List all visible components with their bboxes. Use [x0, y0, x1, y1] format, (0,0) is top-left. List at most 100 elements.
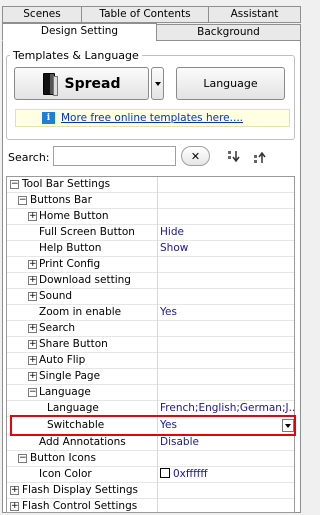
- tree-row-flash-control-settings[interactable]: + Flash Control Settings: [7, 499, 294, 512]
- tree-row-value[interactable]: Disable: [159, 435, 294, 450]
- language-button-label: Language: [203, 77, 258, 90]
- tree-row-label: Home Button: [39, 210, 109, 222]
- expand-icon[interactable]: +: [28, 356, 37, 365]
- column-divider: [157, 225, 158, 241]
- tree-row-share-button[interactable]: + Share Button: [7, 337, 294, 353]
- tree-row-label: Flash Control Settings: [22, 500, 138, 512]
- column-divider: [157, 337, 158, 353]
- expand-icon[interactable]: +: [28, 212, 37, 221]
- tab-assistant[interactable]: Assistant: [208, 6, 301, 23]
- tree-row-label: Buttons Bar: [30, 194, 92, 206]
- tree-row-button-icons[interactable]: − Button Icons: [7, 451, 294, 467]
- template-dropdown-button[interactable]: [151, 67, 164, 100]
- column-divider: [157, 305, 158, 321]
- tree-row-search[interactable]: + Search: [7, 321, 294, 337]
- search-input[interactable]: [53, 146, 176, 166]
- expand-icon[interactable]: +: [28, 340, 37, 349]
- tree-row-sound[interactable]: + Sound: [7, 289, 294, 305]
- tree-row-tool-bar-settings[interactable]: − Tool Bar Settings: [7, 177, 294, 193]
- tree-row-label: Language: [39, 386, 91, 398]
- collapse-icon[interactable]: −: [18, 454, 27, 463]
- tree-row-switchable[interactable]: Switchable Yes: [7, 417, 294, 435]
- tree-row-home-button[interactable]: + Home Button: [7, 209, 294, 225]
- tree-row-icon-color[interactable]: Icon Color 0xffffff: [7, 467, 294, 483]
- tree-row-value[interactable]: Show: [159, 241, 294, 256]
- tree-row-value[interactable]: French;English;German;J...: [159, 401, 294, 416]
- tree-row-auto-flip[interactable]: + Auto Flip: [7, 353, 294, 369]
- tree-row-label: Sound: [39, 290, 73, 302]
- tree-row-full-screen-button[interactable]: Full Screen Button Hide: [7, 225, 294, 241]
- tree-row-download-setting[interactable]: + Download setting: [7, 273, 294, 289]
- switchable-dropdown-button[interactable]: [282, 419, 294, 432]
- column-divider: [157, 499, 158, 512]
- column-divider: [157, 193, 158, 209]
- tab-scenes[interactable]: Scenes: [2, 6, 82, 23]
- column-divider: [157, 241, 158, 257]
- tree-row-zoom-in-enable[interactable]: Zoom in enable Yes: [7, 305, 294, 321]
- tree-row-label: Add Annotations: [39, 436, 126, 448]
- expand-icon[interactable]: +: [10, 486, 19, 495]
- expand-icon[interactable]: +: [28, 372, 37, 381]
- close-icon: ✕: [190, 149, 201, 163]
- clear-search-button[interactable]: ✕: [181, 146, 210, 166]
- column-divider: [157, 467, 158, 483]
- collapse-icon[interactable]: −: [10, 180, 19, 189]
- column-divider: [157, 321, 158, 337]
- expand-icon[interactable]: +: [28, 324, 37, 333]
- column-divider: [157, 369, 158, 385]
- column-divider: [157, 177, 158, 193]
- column-divider: [157, 289, 158, 305]
- tree-row-label: Language: [47, 402, 99, 414]
- column-divider: [157, 209, 158, 225]
- tree-row-label: Tool Bar Settings: [22, 178, 111, 190]
- color-swatch[interactable]: [160, 468, 170, 478]
- chevron-down-icon: [285, 423, 291, 428]
- tab-design-setting[interactable]: Design Setting: [2, 23, 157, 41]
- spread-template-button[interactable]: Spread: [14, 67, 149, 100]
- icon-color-text: 0xffffff: [173, 468, 208, 480]
- column-divider: [157, 435, 158, 451]
- tree-row-label: Print Config: [39, 258, 101, 270]
- tree-row-label: Zoom in enable: [39, 306, 122, 318]
- language-button[interactable]: Language: [176, 67, 285, 100]
- tree-row-print-config[interactable]: + Print Config: [7, 257, 294, 273]
- expand-icon[interactable]: +: [10, 502, 19, 511]
- expand-icon[interactable]: +: [28, 260, 37, 269]
- tree-row-label: Share Button: [39, 338, 108, 350]
- tree-row-value[interactable]: Yes: [159, 305, 294, 320]
- spread-template-label: Spread: [64, 75, 121, 92]
- tree-row-buttons-bar[interactable]: − Buttons Bar: [7, 193, 294, 209]
- tab-background[interactable]: Background: [156, 24, 301, 41]
- chevron-down-icon: [154, 81, 161, 86]
- more-templates-link[interactable]: More free online templates here....: [61, 112, 243, 124]
- tree-row-label: Button Icons: [30, 452, 96, 464]
- sort-up-icon[interactable]: [252, 149, 268, 165]
- tree-row-flash-display-settings[interactable]: + Flash Display Settings: [7, 483, 294, 499]
- tree-row-language-group[interactable]: − Language: [7, 385, 294, 401]
- tree-row-help-button[interactable]: Help Button Show: [7, 241, 294, 257]
- tree-row-language[interactable]: Language French;English;German;J...: [7, 401, 294, 417]
- tree-row-label: Auto Flip: [39, 354, 86, 366]
- book-icon: [42, 72, 58, 96]
- tree-row-value[interactable]: Hide: [159, 225, 294, 240]
- column-divider: [157, 451, 158, 467]
- switchable-select[interactable]: Yes: [159, 418, 294, 433]
- expand-icon[interactable]: +: [28, 292, 37, 301]
- tree-row-add-annotations[interactable]: Add Annotations Disable: [7, 435, 294, 451]
- column-divider: [157, 273, 158, 289]
- property-tree: − Tool Bar Settings − Buttons Bar + Home…: [6, 176, 295, 513]
- expand-icon[interactable]: +: [28, 276, 37, 285]
- tab-table-of-contents[interactable]: Table of Contents: [81, 6, 209, 23]
- tree-row-label: Switchable: [47, 419, 105, 431]
- column-divider: [157, 257, 158, 273]
- tree-row-label: Download setting: [39, 274, 131, 286]
- tree-row-single-page[interactable]: + Single Page: [7, 369, 294, 385]
- column-divider: [157, 483, 158, 499]
- sort-down-icon[interactable]: [226, 149, 242, 165]
- icon-color-value[interactable]: 0xffffff: [159, 467, 294, 482]
- column-divider: [157, 417, 158, 433]
- collapse-icon[interactable]: −: [18, 196, 27, 205]
- collapse-icon[interactable]: −: [28, 388, 37, 397]
- search-label: Search:: [8, 151, 50, 164]
- column-divider: [157, 401, 158, 417]
